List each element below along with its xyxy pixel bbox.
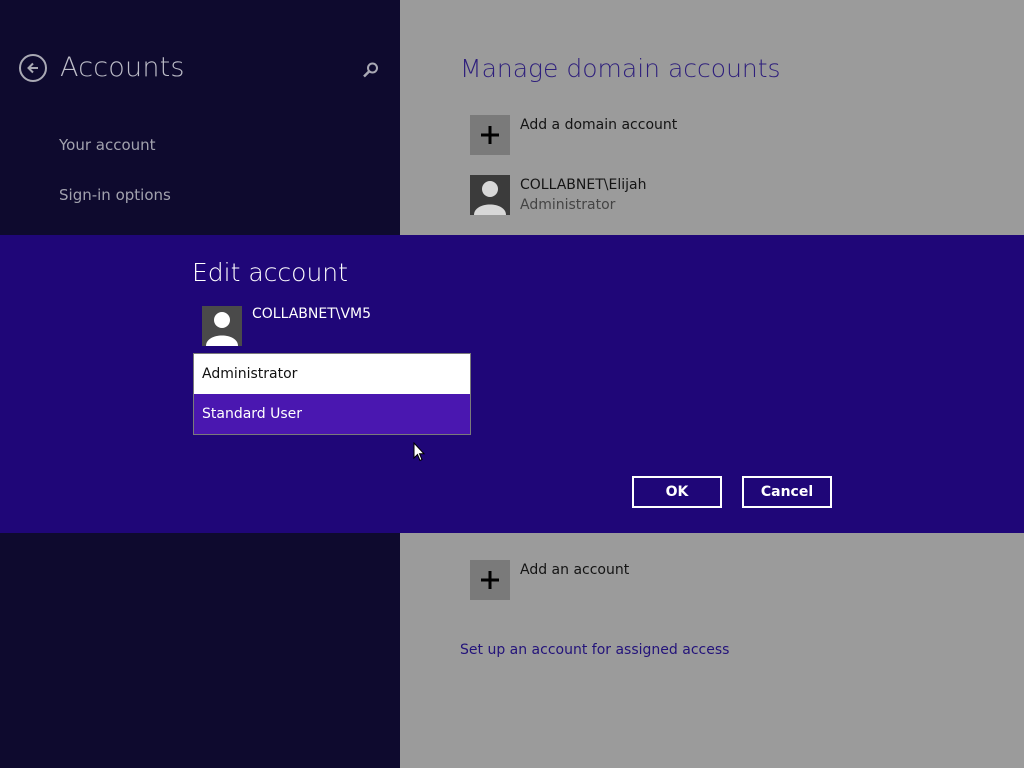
- option-administrator[interactable]: Administrator: [194, 354, 470, 394]
- ok-button[interactable]: OK: [632, 476, 722, 508]
- user-avatar-icon: [474, 181, 506, 215]
- user-avatar-icon: [206, 312, 238, 346]
- plus-icon: [481, 126, 499, 144]
- account-role: Administrator: [520, 197, 616, 213]
- elijah-avatar[interactable]: [470, 175, 510, 215]
- dialog-username: COLLABNET\VM5: [252, 306, 372, 322]
- dialog-title: Edit account: [192, 258, 348, 287]
- add-account-tile[interactable]: [470, 560, 510, 600]
- search-icon[interactable]: [361, 60, 381, 80]
- section-title: Manage domain accounts: [460, 54, 781, 83]
- account-type-dropdown[interactable]: Administrator Standard User: [193, 353, 471, 435]
- back-button[interactable]: [19, 54, 47, 82]
- cancel-button[interactable]: Cancel: [742, 476, 832, 508]
- dialog-avatar: [202, 306, 242, 346]
- mouse-pointer-icon: [413, 442, 425, 462]
- assigned-access-link[interactable]: Set up an account for assigned access: [460, 642, 729, 658]
- back-arrow-icon: [27, 62, 38, 74]
- add-domain-account-tile[interactable]: [470, 115, 510, 155]
- page-title: Accounts: [60, 52, 185, 83]
- add-account-label[interactable]: Add an account: [520, 562, 629, 578]
- account-name[interactable]: COLLABNET\Elijah: [520, 177, 646, 193]
- edit-account-dialog: Edit account COLLABNET\VM5 Administrator…: [0, 235, 1024, 533]
- nav-sign-in-options[interactable]: Sign-in options: [59, 186, 171, 204]
- plus-icon: [481, 571, 499, 589]
- add-domain-account-label[interactable]: Add a domain account: [520, 117, 677, 133]
- nav-your-account[interactable]: Your account: [59, 136, 156, 154]
- option-standard-user[interactable]: Standard User: [194, 394, 470, 434]
